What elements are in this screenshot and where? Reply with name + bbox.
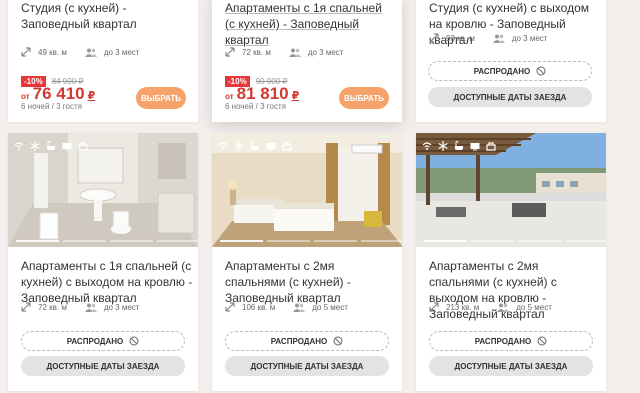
- resize-arrows-icon: [429, 302, 439, 312]
- resize-arrows-icon: [225, 302, 235, 312]
- guests-icon: [84, 48, 97, 57]
- room-guests: до 3 мест: [103, 47, 140, 57]
- available-dates-button[interactable]: ДОСТУПНЫЕ ДАТЫ ЗАЕЗДА: [429, 356, 593, 376]
- kitchen-icon: [486, 138, 496, 151]
- bathroom-icon: [46, 138, 56, 150]
- price-value: 81 810: [236, 84, 289, 103]
- room-guests: до 5 мест: [516, 302, 552, 312]
- room-meta: 213 кв. м до 5 мест: [429, 302, 552, 312]
- resize-arrows-icon: [21, 47, 31, 57]
- tv-icon: [266, 138, 276, 151]
- room-meta: 93 кв. м до 3 мест: [429, 33, 547, 43]
- room-area: 49 кв. м: [38, 47, 67, 57]
- tv-icon: [62, 138, 72, 151]
- wifi-icon: [422, 138, 432, 150]
- resize-arrows-icon: [429, 33, 439, 43]
- room-meta: 72 кв. м до 3 мест: [225, 47, 343, 57]
- room-guests: до 3 мест: [307, 47, 344, 57]
- room-area: 72 кв. м: [242, 47, 271, 57]
- room-title[interactable]: Апартаменты с 2мя спальнями (с кухней) -…: [225, 258, 397, 306]
- room-card-studio[interactable]: Студия (с кухней) - Заповедный квартал 4…: [8, 0, 198, 122]
- price-prefix: от: [21, 92, 30, 101]
- ban-icon: [333, 336, 343, 346]
- ban-icon: [536, 66, 546, 76]
- ban-icon: [129, 336, 139, 346]
- kitchen-icon: [282, 138, 292, 151]
- nights-info: 6 ночей / 3 гостя: [21, 102, 82, 111]
- price: от 76 410 ₽: [21, 84, 95, 104]
- room-card-2br-roof[interactable]: Апартаменты с 2мя спальнями (с кухней) с…: [416, 133, 606, 391]
- room-title[interactable]: Апартаменты с 1я спальней (с кухней) с в…: [21, 258, 193, 306]
- room-area: 72 кв. м: [38, 302, 67, 312]
- amenity-icons: [422, 138, 502, 151]
- room-guests: до 3 мест: [511, 33, 548, 43]
- snowflake-icon: [438, 138, 448, 151]
- resize-arrows-icon: [21, 302, 31, 312]
- photo-slider-dots[interactable]: [16, 240, 198, 242]
- sold-out-label: РАСПРОДАНО: [428, 61, 592, 81]
- price: от 81 810 ₽: [225, 84, 299, 104]
- photo-slider-dots[interactable]: [424, 240, 606, 242]
- room-card-studio-roof[interactable]: Студия (с кухней) с выходом на кровлю - …: [416, 0, 606, 122]
- room-title[interactable]: Апартаменты с 2мя спальнями (с кухней) с…: [429, 258, 601, 322]
- available-dates-button[interactable]: ДОСТУПНЫЕ ДАТЫ ЗАЕЗДА: [21, 356, 185, 376]
- tv-icon: [470, 138, 480, 151]
- room-meta: 72 кв. м до 3 мест: [21, 302, 139, 312]
- bathroom-icon: [454, 138, 464, 150]
- room-card-2br[interactable]: Апартаменты с 2мя спальнями (с кухней) -…: [212, 133, 402, 391]
- amenity-icons: [218, 138, 298, 151]
- amenity-icons: [14, 138, 94, 151]
- resize-arrows-icon: [225, 47, 235, 57]
- kitchen-icon: [78, 138, 88, 151]
- room-card-1br[interactable]: Апартаменты с 1я спальней (с кухней) - З…: [212, 0, 402, 122]
- room-meta: 106 кв. м до 5 мест: [225, 302, 348, 312]
- wifi-icon: [14, 138, 24, 150]
- guests-icon: [84, 303, 97, 312]
- price-prefix: от: [225, 92, 234, 101]
- sold-out-label: РАСПРОДАНО: [429, 331, 593, 351]
- choose-button[interactable]: ВЫБРАТЬ: [339, 87, 389, 109]
- price-value: 76 410: [32, 84, 85, 103]
- sold-out-label: РАСПРОДАНО: [225, 331, 389, 351]
- sold-out-text: РАСПРОДАНО: [473, 66, 531, 76]
- ban-icon: [537, 336, 547, 346]
- snowflake-icon: [234, 138, 244, 151]
- room-guests: до 5 мест: [312, 302, 348, 312]
- snowflake-icon: [30, 138, 40, 151]
- available-dates-button[interactable]: ДОСТУПНЫЕ ДАТЫ ЗАЕЗДА: [225, 356, 389, 376]
- room-photo[interactable]: [416, 133, 606, 247]
- room-title[interactable]: Апартаменты с 1я спальней (с кухней) - З…: [225, 0, 395, 48]
- room-area: 93 кв. м: [446, 33, 475, 43]
- room-area: 106 кв. м: [242, 302, 276, 312]
- available-dates-button[interactable]: ДОСТУПНЫЕ ДАТЫ ЗАЕЗДА: [428, 87, 592, 107]
- room-photo[interactable]: [8, 133, 198, 247]
- room-title[interactable]: Студия (с кухней) - Заповедный квартал: [21, 0, 191, 32]
- guests-icon: [293, 303, 306, 312]
- room-photo[interactable]: [212, 133, 402, 247]
- sold-out-label: РАСПРОДАНО: [21, 331, 185, 351]
- sold-out-text: РАСПРОДАНО: [474, 336, 532, 346]
- room-card-1br-roof[interactable]: Апартаменты с 1я спальней (с кухней) с в…: [8, 133, 198, 391]
- photo-slider-dots[interactable]: [220, 240, 402, 242]
- bathroom-icon: [250, 138, 260, 150]
- wifi-icon: [218, 138, 228, 150]
- choose-button[interactable]: ВЫБРАТЬ: [136, 87, 186, 109]
- price-currency: ₽: [291, 90, 300, 102]
- room-area: 213 кв. м: [446, 302, 480, 312]
- room-guests: до 3 мест: [103, 302, 140, 312]
- guests-icon: [492, 34, 505, 43]
- room-meta: 49 кв. м до 3 мест: [21, 47, 139, 57]
- price-currency: ₽: [87, 90, 96, 102]
- guests-icon: [288, 48, 301, 57]
- sold-out-text: РАСПРОДАНО: [66, 336, 124, 346]
- nights-info: 6 ночей / 3 гостя: [225, 102, 286, 111]
- sold-out-text: РАСПРОДАНО: [270, 336, 328, 346]
- guests-icon: [497, 303, 510, 312]
